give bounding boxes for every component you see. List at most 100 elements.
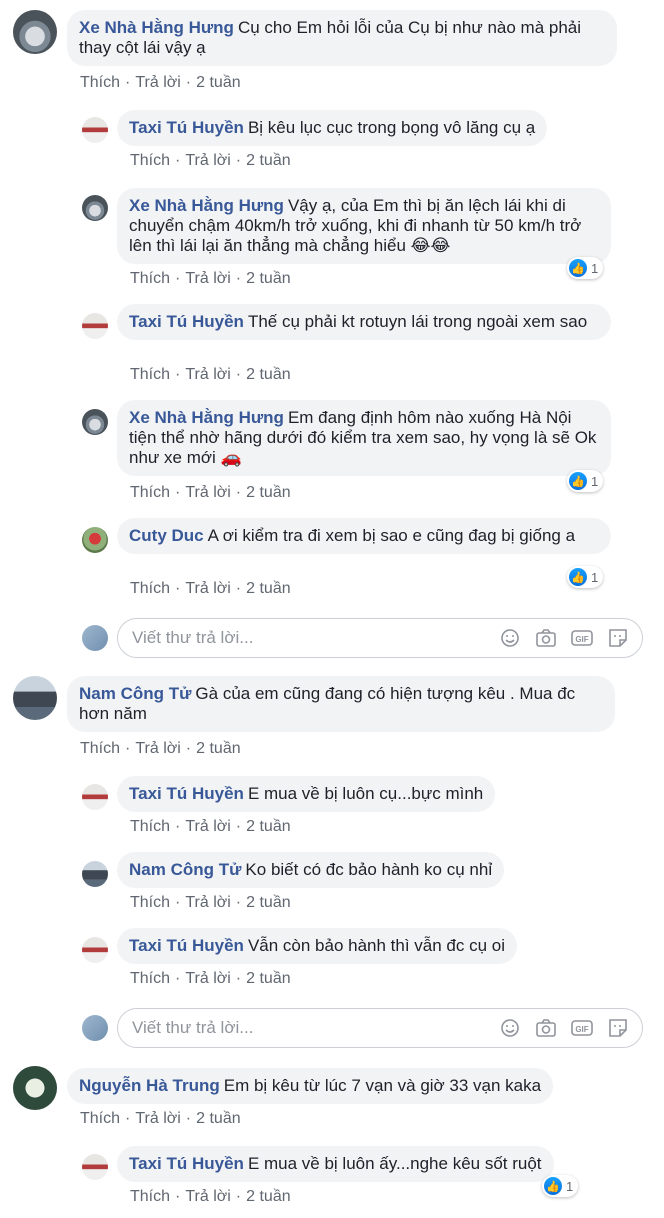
comment-actions: Thích · Trả lời · 2 tuần [80,74,241,91]
comment-bubble: Taxi Tú Huyền Thế cụ phải kt rotuyn lái t… [117,304,611,340]
comment-actions: Thích · Trả lời · 2 tuần [80,1110,241,1127]
avatar[interactable] [82,313,108,339]
like-link[interactable]: Thích [130,484,170,501]
commenter-name[interactable]: Nam Công Tử [79,684,191,703]
comment-actions: Thích · Trả lời · 2 tuần [130,970,291,987]
avatar[interactable] [82,195,108,221]
like-link[interactable]: Thích [130,270,170,287]
commenter-name[interactable]: Taxi Tú Huyền [129,1154,244,1173]
comment-text: A ơi kiểm tra đi xem bị sao e cũng đag b… [207,526,576,545]
commenter-name[interactable]: Taxi Tú Huyền [129,784,244,803]
avatar[interactable] [13,1066,57,1110]
reply-link[interactable]: Trả lời [185,152,230,169]
reply-link[interactable]: Trả lời [135,1110,180,1127]
sticker-icon[interactable] [606,1016,630,1040]
timestamp[interactable]: 2 tuần [196,740,240,757]
thumbs-up-icon: 👍 [569,472,587,490]
reply-link[interactable]: Trả lời [135,740,180,757]
comment-bubble: Nam Công Tử Ko biết có đc bảo hành ko cụ … [117,852,505,888]
commenter-name[interactable]: Cuty Duc [129,526,204,545]
reply-link[interactable]: Trả lời [185,366,230,383]
comment-text: Vẫn còn bảo hành thì vẫn đc cụ oi [247,936,506,955]
thumbs-up-icon: 👍 [569,259,587,277]
timestamp[interactable]: 2 tuần [246,580,290,597]
like-link[interactable]: Thích [80,740,120,757]
timestamp[interactable]: 2 tuần [246,484,290,501]
comment-text: E mua về bị luôn ấy...nghe kêu sốt ruột [247,1154,542,1173]
timestamp[interactable]: 2 tuần [246,894,290,911]
timestamp[interactable]: 2 tuần [196,1110,240,1127]
gif-icon[interactable]: GIF [570,1016,594,1040]
like-link[interactable]: Thích [80,1110,120,1127]
comment-text: Em bị kêu từ lúc 7 vạn và giờ 33 vạn kak… [223,1076,542,1095]
commenter-name[interactable]: Taxi Tú Huyền [129,936,244,955]
avatar[interactable] [13,676,57,720]
timestamp[interactable]: 2 tuần [246,818,290,835]
reply-link[interactable]: Trả lời [185,818,230,835]
avatar[interactable] [82,117,108,143]
like-link[interactable]: Thích [130,818,170,835]
like-link[interactable]: Thích [130,152,170,169]
avatar[interactable] [82,861,108,887]
timestamp[interactable]: 2 tuần [246,366,290,383]
reaction-count[interactable]: 👍 1 [542,1175,579,1197]
commenter-name[interactable]: Taxi Tú Huyền [129,312,244,331]
reply-input[interactable]: Viết thư trả lời... GIF [117,618,643,658]
timestamp[interactable]: 2 tuần [246,1188,290,1205]
reply-link[interactable]: Trả lời [185,270,230,287]
timestamp[interactable]: 2 tuần [196,74,240,91]
commenter-name[interactable]: Xe Nhà Hằng Hưng [79,18,234,37]
like-link[interactable]: Thích [80,74,120,91]
like-link[interactable]: Thích [130,1188,170,1205]
comment-bubble: Taxi Tú Huyền Bị kêu lục cục trong bọng v… [117,110,548,146]
emoji-icon[interactable] [498,626,522,650]
like-link[interactable]: Thích [130,366,170,383]
comment-actions: Thích · Trả lời · 2 tuần [130,894,291,911]
sticker-icon[interactable] [606,626,630,650]
commenter-name[interactable]: Taxi Tú Huyền [129,118,244,137]
gif-icon[interactable]: GIF [570,626,594,650]
comment-text: E mua về bị luôn cụ...bực mình [247,784,484,803]
comment-text: Thế cụ phải kt rotuyn lái trong ngoài xe… [247,312,588,331]
commenter-name[interactable]: Nam Công Tử [129,860,241,879]
reply-link[interactable]: Trả lời [185,894,230,911]
like-count: 1 [591,260,599,276]
svg-text:GIF: GIF [575,635,588,644]
timestamp[interactable]: 2 tuần [246,970,290,987]
reply-link[interactable]: Trả lời [185,484,230,501]
commenter-name[interactable]: Xe Nhà Hằng Hưng [129,196,284,215]
avatar[interactable] [82,784,108,810]
timestamp[interactable]: 2 tuần [246,152,290,169]
thumbs-up-icon: 👍 [544,1177,562,1195]
comment-actions: Thích · Trả lời · 2 tuần [130,152,291,169]
reply-link[interactable]: Trả lời [135,74,180,91]
like-link[interactable]: Thích [130,580,170,597]
reaction-count[interactable]: 👍 1 [567,470,604,492]
reply-link[interactable]: Trả lời [185,1188,230,1205]
avatar [82,1015,108,1041]
like-count: 1 [591,473,599,489]
reply-input[interactable]: Viết thư trả lời... GIF [117,1008,643,1048]
commenter-name[interactable]: Nguyễn Hà Trung [79,1076,220,1095]
reply-link[interactable]: Trả lời [185,580,230,597]
avatar[interactable] [82,409,108,435]
avatar[interactable] [82,1154,108,1180]
timestamp[interactable]: 2 tuần [246,270,290,287]
commenter-name[interactable]: Xe Nhà Hằng Hưng [129,408,284,427]
reply-link[interactable]: Trả lời [185,970,230,987]
comment-bubble: Xe Nhà Hằng Hưng Cụ cho Em hỏi lỗi của Cụ… [67,10,617,66]
like-count: 1 [566,1178,574,1194]
comment-bubble: Xe Nhà Hằng Hưng Em đang định hôm nào xuố… [117,400,611,476]
avatar[interactable] [82,937,108,963]
reaction-count[interactable]: 👍 1 [567,566,604,588]
comment-actions: Thích · Trả lời · 2 tuần [130,1188,291,1205]
like-link[interactable]: Thích [130,970,170,987]
camera-icon[interactable] [534,626,558,650]
avatar[interactable] [82,527,108,553]
emoji-icon[interactable] [498,1016,522,1040]
camera-icon[interactable] [534,1016,558,1040]
like-link[interactable]: Thích [130,894,170,911]
avatar[interactable] [13,10,57,54]
reaction-count[interactable]: 👍 1 [567,257,604,279]
reply-placeholder: Viết thư trả lời... [132,1018,254,1037]
